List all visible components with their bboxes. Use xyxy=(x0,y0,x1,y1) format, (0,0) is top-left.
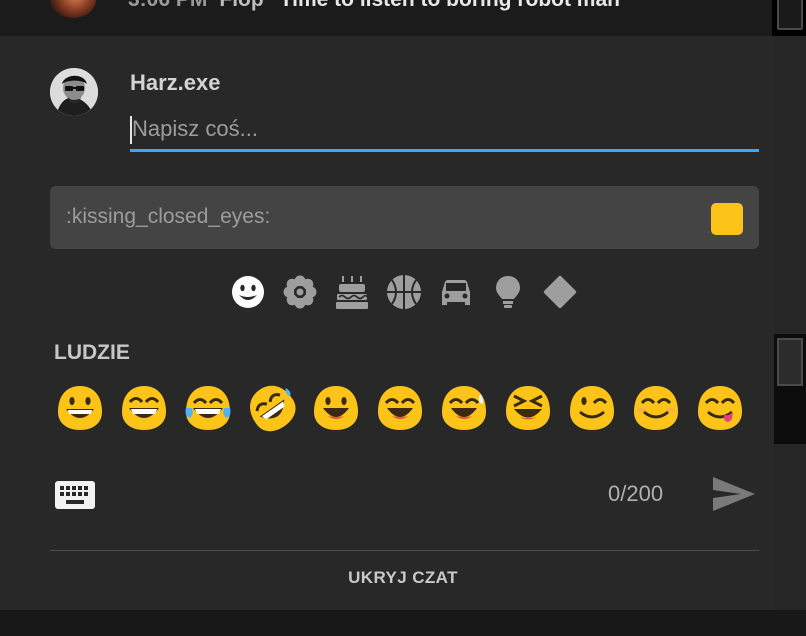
emoji-scrollbar-thumb[interactable] xyxy=(777,338,803,386)
category-nature-button[interactable] xyxy=(280,272,320,312)
emoji-rofl[interactable] xyxy=(246,382,298,434)
username-label: Harz.exe xyxy=(130,70,221,95)
emoji-grinning[interactable] xyxy=(54,382,106,434)
message-author-avatar xyxy=(50,0,96,18)
emoji-smiley[interactable] xyxy=(310,382,362,434)
previous-chat-message: 3:06 PM Flop Time to listen to boring robo… xyxy=(0,0,806,36)
emoji-wink[interactable] xyxy=(566,382,618,434)
message-author: Flop xyxy=(219,0,263,11)
emoji-laughing[interactable] xyxy=(502,382,554,434)
user-avatar-image xyxy=(50,68,98,116)
character-counter: 0/200 xyxy=(608,481,664,506)
emoji-grin[interactable] xyxy=(118,382,170,434)
scrollbar-thumb[interactable] xyxy=(777,0,803,30)
user-avatar xyxy=(50,68,98,116)
chat-scrollbar-top[interactable] xyxy=(772,0,806,36)
car-icon xyxy=(442,280,470,305)
lightbulb-icon xyxy=(496,276,520,308)
keyboard-icon xyxy=(55,481,95,509)
yum-emoji-icon xyxy=(698,386,742,430)
diamond-icon xyxy=(543,275,577,309)
emoji-search-field[interactable]: :kissing_closed_eyes: xyxy=(50,186,759,249)
blush-emoji-icon xyxy=(634,386,678,430)
joy-emoji-icon xyxy=(185,386,231,430)
emoji-blush[interactable] xyxy=(630,382,682,434)
bottom-strip xyxy=(0,610,806,636)
message-text-line: 3:06 PM Flop Time to listen to boring robo… xyxy=(128,0,620,12)
rofl-emoji-icon xyxy=(250,385,296,432)
send-icon xyxy=(713,477,755,511)
chat-message-input[interactable] xyxy=(130,112,752,146)
flower-icon xyxy=(283,275,317,309)
category-objects-button[interactable] xyxy=(488,272,528,312)
keyboard-toggle-button[interactable] xyxy=(54,478,96,512)
sweat-smile-emoji-icon xyxy=(442,386,486,430)
hide-chat-button[interactable]: UKRYJ CZAT xyxy=(0,568,806,588)
grinning-emoji-icon xyxy=(58,386,102,430)
emoji-search-text: :kissing_closed_eyes: xyxy=(66,205,271,228)
emoji-sweat-smile[interactable] xyxy=(438,382,490,434)
smiley-emoji-icon xyxy=(314,386,358,430)
message-body: Time to listen to boring robot man xyxy=(280,0,620,11)
emoji-joy[interactable] xyxy=(182,382,234,434)
emoji-scrollbar[interactable] xyxy=(772,334,806,444)
smile-emoji-icon xyxy=(378,386,422,430)
chat-input-wrapper[interactable] xyxy=(130,108,759,152)
smiley-icon xyxy=(232,276,264,308)
laughing-emoji-icon xyxy=(506,386,550,430)
footer-divider xyxy=(50,550,759,551)
send-button[interactable] xyxy=(711,473,757,515)
basketball-icon xyxy=(387,275,421,309)
right-gutter xyxy=(774,36,806,610)
wink-emoji-icon xyxy=(570,386,614,430)
category-symbols-button[interactable] xyxy=(540,272,580,312)
message-timestamp: 3:06 PM xyxy=(128,0,207,11)
emoji-section-title: LUDZIE xyxy=(54,341,130,364)
category-activities-button[interactable] xyxy=(384,272,424,312)
skin-tone-selector[interactable] xyxy=(711,203,743,235)
cake-icon xyxy=(336,276,368,309)
emoji-yum[interactable] xyxy=(694,382,746,434)
emoji-smile[interactable] xyxy=(374,382,426,434)
category-travel-button[interactable] xyxy=(436,272,476,312)
category-food-button[interactable] xyxy=(332,272,372,312)
grin-emoji-icon xyxy=(122,386,166,430)
category-people-button[interactable] xyxy=(228,272,268,312)
